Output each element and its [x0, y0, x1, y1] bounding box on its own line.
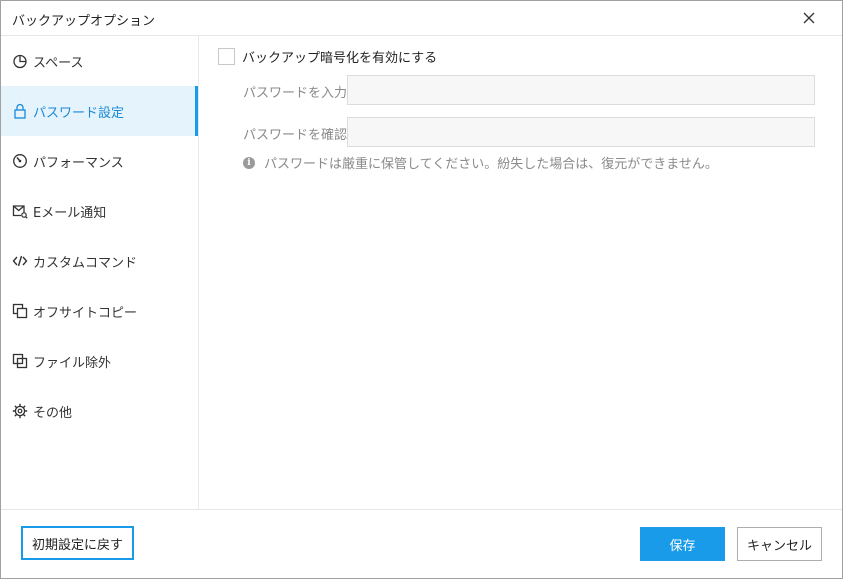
gauge-icon [12, 153, 28, 169]
sidebar-item-label: Eメール通知 [33, 205, 107, 221]
confirm-password-input[interactable] [347, 117, 815, 147]
reset-defaults-button[interactable]: 初期設定に戻す [21, 526, 134, 560]
sidebar-item-label: オフサイトコピー [33, 305, 138, 321]
sidebar: スペース パスワード設定 パフォーマンス Eメール通知 カスタムコマンド オフサ… [1, 36, 199, 509]
encryption-checkbox[interactable] [218, 48, 235, 65]
exclude-icon [12, 353, 28, 369]
close-icon [803, 12, 815, 24]
password-settings-panel: バックアップ暗号化を有効にする パスワードを入力 パスワードを確認 i パスワー… [199, 36, 842, 509]
sidebar-item-label: パフォーマンス [33, 155, 124, 171]
info-text: パスワードは厳重に保管してください。紛失した場合は、復元ができません。 [264, 157, 718, 172]
cancel-button[interactable]: キャンセル [737, 527, 822, 561]
encryption-label: バックアップ暗号化を有効にする [242, 51, 438, 66]
save-button[interactable]: 保存 [640, 527, 725, 561]
encryption-option[interactable]: バックアップ暗号化を有効にする [218, 47, 437, 66]
sidebar-item-space[interactable]: スペース [1, 36, 198, 86]
sidebar-item-performance[interactable]: パフォーマンス [1, 136, 198, 186]
password-input[interactable] [347, 75, 815, 105]
sidebar-item-password[interactable]: パスワード設定 [1, 86, 198, 136]
dialog-window: バックアップオプション スペース パスワード設定 パフォーマンス Eメール通知 … [0, 0, 843, 579]
code-icon [12, 253, 28, 269]
confirm-password-label: パスワードを確認 [243, 128, 348, 143]
close-button[interactable] [798, 7, 820, 29]
title-bar: バックアップオプション [1, 1, 842, 36]
copy-icon [12, 303, 28, 319]
sidebar-item-label: カスタムコマンド [33, 255, 138, 271]
sidebar-item-label: ファイル除外 [33, 355, 112, 371]
info-icon: i [243, 156, 255, 169]
mail-search-icon [12, 203, 28, 219]
dialog-footer: 初期設定に戻す 保存 キャンセル [1, 509, 842, 579]
sidebar-item-label: パスワード設定 [33, 105, 125, 121]
lock-icon [12, 103, 28, 119]
sidebar-item-custom-command[interactable]: カスタムコマンド [1, 236, 198, 286]
sidebar-item-other[interactable]: その他 [1, 386, 198, 436]
info-note: i パスワードは厳重に保管してください。紛失した場合は、復元ができません。 [243, 153, 718, 172]
gear-icon [12, 403, 28, 419]
sidebar-item-label: その他 [33, 405, 73, 421]
sidebar-item-file-exclusion[interactable]: ファイル除外 [1, 336, 198, 386]
sidebar-item-offsite-copy[interactable]: オフサイトコピー [1, 286, 198, 336]
password-label: パスワードを入力 [243, 86, 348, 101]
sidebar-item-email[interactable]: Eメール通知 [1, 186, 198, 236]
dialog-title: バックアップオプション [12, 14, 156, 29]
pie-chart-icon [12, 53, 28, 69]
sidebar-item-label: スペース [33, 55, 84, 71]
